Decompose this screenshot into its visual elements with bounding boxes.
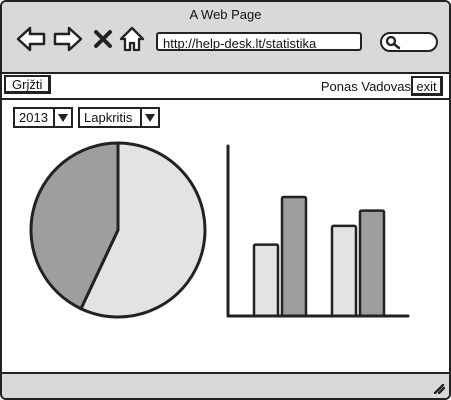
window-title: A Web Page xyxy=(189,7,262,22)
bar xyxy=(280,195,308,318)
user-name: Ponas Vadovas xyxy=(320,79,411,94)
year-select-value: 2013 xyxy=(19,110,48,125)
exit-button[interactable]: exit xyxy=(411,76,443,96)
url-field[interactable]: http://help-desk.lt/statistika xyxy=(156,32,362,51)
chevron-down-icon[interactable] xyxy=(140,109,158,126)
year-select[interactable]: 2013 xyxy=(13,107,73,128)
status-bar xyxy=(2,372,449,398)
resize-grip-icon[interactable] xyxy=(431,380,446,398)
home-icon[interactable] xyxy=(119,26,145,57)
bar xyxy=(252,243,280,318)
bar xyxy=(330,224,358,318)
forward-arrow-icon[interactable] xyxy=(53,26,83,57)
chevron-down-icon[interactable] xyxy=(53,109,71,126)
close-x-icon[interactable] xyxy=(93,29,113,54)
back-button[interactable]: Grįžti xyxy=(4,75,52,94)
month-select[interactable]: Lapkritis xyxy=(78,107,160,128)
app-header: Grįžti Ponas Vadovas exit xyxy=(2,74,449,100)
search-icon[interactable] xyxy=(385,35,401,55)
browser-window: A Web Page http://help-desk.lt/statistik… xyxy=(0,0,451,400)
month-select-value: Lapkritis xyxy=(84,110,133,125)
back-arrow-icon[interactable] xyxy=(16,26,46,57)
title-bar: A Web Page http://help-desk.lt/statistik… xyxy=(2,2,449,74)
statistics-charts xyxy=(2,132,449,372)
charts-canvas xyxy=(29,141,410,319)
search-field[interactable] xyxy=(380,32,438,52)
bar xyxy=(358,209,386,318)
